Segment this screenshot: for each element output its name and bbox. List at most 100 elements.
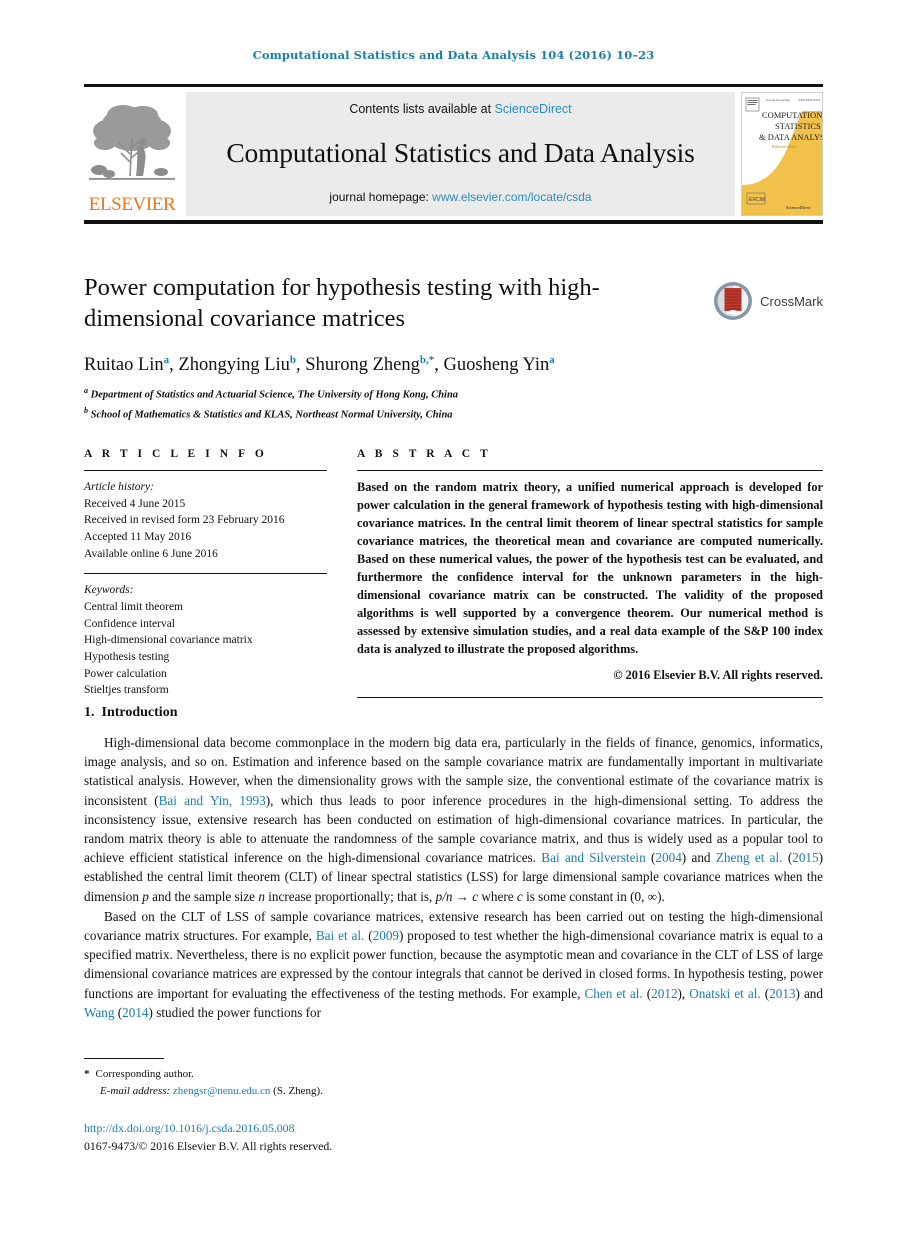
math-expression: p/n <box>435 888 453 904</box>
citation-link[interactable]: Chen et al. <box>584 986 642 1001</box>
author-name: Shurong Zheng <box>305 354 420 375</box>
citation-link[interactable]: Onatski et al. <box>689 986 760 1001</box>
text-run: ), <box>677 985 690 1001</box>
section-heading: 1. Introduction <box>84 705 823 721</box>
abstract-heading: A B S T R A C T <box>357 448 492 460</box>
paragraph: Based on the CLT of LSS of sample covari… <box>84 907 823 1022</box>
affiliation-item: b School of Mathematics & Statistics and… <box>84 405 823 424</box>
affiliation-item: a Department of Statistics and Actuarial… <box>84 385 823 404</box>
journal-homepage-line: journal homepage: www.elsevier.com/locat… <box>329 190 591 204</box>
masthead-bottom-rule <box>84 220 823 224</box>
svg-text:Editor-in-Chief: Editor-in-Chief <box>772 144 797 149</box>
keyword-item: Confidence interval <box>84 617 176 630</box>
svg-text:& DATA ANALYSIS: & DATA ANALYSIS <box>759 133 822 142</box>
article-history-label: Article history: <box>84 481 154 493</box>
text-run: is some constant in (0, ∞). <box>522 888 665 904</box>
keyword-item: Central limit theorem <box>84 601 184 614</box>
author-name: Zhongying Liu <box>178 354 290 375</box>
title-block: Power computation for hypothesis testing… <box>84 272 823 424</box>
abstract-rule <box>357 470 823 471</box>
affiliation-list: a Department of Statistics and Actuarial… <box>84 385 823 424</box>
author-name: Ruitao Lin <box>84 354 164 375</box>
homepage-prefix: journal homepage: <box>329 190 433 204</box>
author-separator: , <box>434 354 444 375</box>
author-name: Guosheng Yin <box>443 354 550 375</box>
journal-homepage-link[interactable]: www.elsevier.com/locate/csda <box>432 190 591 204</box>
text-run: ( <box>782 850 793 866</box>
issn-copyright-line: 0167-9473/© 2016 Elsevier B.V. All right… <box>84 1138 333 1153</box>
text-run: ( <box>642 985 652 1001</box>
journal-cover-thumbnail: journal homepage ISSN 0167-9473 COMPUTAT… <box>741 92 823 216</box>
citation-link[interactable]: Bai and Yin, 1993 <box>159 793 266 808</box>
journal-article-page: Computational Statistics and Data Analys… <box>0 0 907 1238</box>
author-entry: Zhongying Liub, <box>178 354 305 375</box>
author-entry: Shurong Zhengb,*, <box>305 353 444 375</box>
section-title: Introduction <box>101 705 178 720</box>
info-abstract-region: A R T I C L E I N F O Article history: R… <box>84 448 823 699</box>
author-entry: Ruitao Lina, <box>84 354 178 375</box>
footnote-block: * Corresponding author. E-mail address: z… <box>84 1058 484 1099</box>
text-run: ( <box>364 928 373 944</box>
keyword-item: High-dimensional covariance matrix <box>84 634 253 647</box>
affiliation-text: Department of Statistics and Actuarial S… <box>90 389 459 401</box>
doi-link[interactable]: http://dx.doi.org/10.1016/j.csda.2016.05… <box>84 1120 584 1138</box>
article-history-item: Accepted 11 May 2016 <box>84 531 192 544</box>
author-list: Ruitao Lina, Zhongying Liub, Shurong Zhe… <box>84 354 823 376</box>
citation-link[interactable]: Zheng et al. <box>716 850 783 865</box>
svg-text:ISSN 0167-9473: ISSN 0167-9473 <box>798 98 821 102</box>
email-owner: (S. Zheng). <box>273 1084 323 1097</box>
section-number: 1. <box>84 705 95 720</box>
citation-link[interactable]: 2015 <box>792 850 818 865</box>
abstract-text: Based on the random matrix theory, a uni… <box>357 480 823 656</box>
text-run: ( <box>645 850 656 866</box>
corresponding-author-line: * Corresponding author. <box>84 1066 484 1083</box>
math-variable: p <box>142 888 149 904</box>
citation-link[interactable]: 2013 <box>769 986 795 1001</box>
citation-link[interactable]: Bai et al. <box>316 928 364 943</box>
citation-link[interactable]: Bai and Silverstein <box>541 850 645 865</box>
crossmark-label: CrossMark <box>760 293 823 309</box>
asterisk-marker: * <box>84 1068 90 1080</box>
text-run: ) studied the power functions for <box>148 1004 322 1020</box>
sciencedirect-link[interactable]: ScienceDirect <box>495 102 572 116</box>
text-run: where <box>478 888 517 904</box>
doi-block: http://dx.doi.org/10.1016/j.csda.2016.05… <box>84 1120 584 1155</box>
keywords-rule <box>84 573 327 575</box>
text-run: ) and <box>795 985 823 1001</box>
text-run: increase proportionally; that is, <box>264 888 436 904</box>
abstract-column: A B S T R A C T Based on the random matr… <box>357 448 823 699</box>
author-affiliation-marker: a <box>549 353 555 366</box>
citation-link[interactable]: 2009 <box>373 928 399 943</box>
email-label: E-mail address: <box>100 1084 171 1097</box>
journal-cover-art: journal homepage ISSN 0167-9473 COMPUTAT… <box>742 93 822 215</box>
math-variable: n <box>258 888 265 904</box>
elsevier-tree-icon <box>89 105 175 180</box>
svg-text:ERCIM: ERCIM <box>749 197 765 203</box>
introduction-section: 1. Introduction High-dimensional data bec… <box>84 705 823 1023</box>
running-head: Computational Statistics and Data Analys… <box>252 48 655 62</box>
citation-link[interactable]: Wang <box>84 1005 114 1020</box>
author-entry: Guosheng Yina <box>443 353 555 375</box>
keywords-label: Keywords: <box>84 584 134 597</box>
paragraph: High-dimensional data become commonplace… <box>84 733 823 906</box>
citation-link[interactable]: 2014 <box>122 1005 148 1020</box>
svg-text:ScienceDirect: ScienceDirect <box>786 205 811 210</box>
journal-masthead: ELSEVIER Contents lists available at Sci… <box>84 84 823 224</box>
citation-link[interactable]: 2012 <box>651 986 677 1001</box>
contents-prefix: Contents lists available at <box>349 102 495 116</box>
citation-link[interactable]: 2004 <box>655 850 681 865</box>
keyword-item: Power calculation <box>84 667 167 680</box>
journal-title: Computational Statistics and Data Analys… <box>226 137 695 168</box>
email-line: E-mail address: zhengsr@nenu.edu.cn (S. … <box>84 1083 484 1100</box>
svg-text:STATISTICS: STATISTICS <box>775 122 821 131</box>
email-link[interactable]: zhengsr@nenu.edu.cn <box>173 1085 271 1097</box>
text-run: ) and <box>681 850 716 866</box>
journal-banner: Contents lists available at ScienceDirec… <box>186 92 735 216</box>
abstract-copyright: © 2016 Elsevier B.V. All rights reserved… <box>613 667 823 682</box>
svg-text:COMPUTATIONAL: COMPUTATIONAL <box>762 111 822 120</box>
text-run: and the sample size <box>148 888 259 904</box>
author-affiliation-marker: b,* <box>419 353 435 366</box>
affiliation-marker: a <box>84 386 88 396</box>
text-run: → <box>452 888 473 904</box>
crossmark-badge[interactable]: CrossMark <box>712 280 823 322</box>
